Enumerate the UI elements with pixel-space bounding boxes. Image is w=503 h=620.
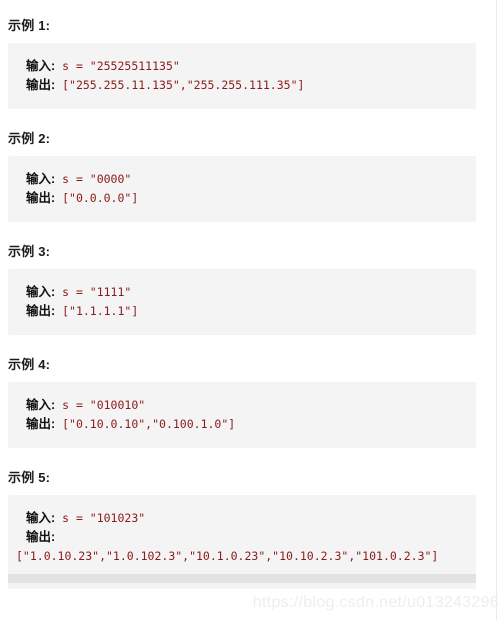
page-root: 示例 1: 输入: s = "25525511135" 输出: ["255.25… bbox=[0, 0, 503, 620]
output-value: ["1.1.1.1"] bbox=[55, 304, 139, 318]
output-label: 输出: bbox=[26, 78, 56, 92]
input-value: s = "0000" bbox=[55, 172, 132, 186]
example-heading: 示例 2: bbox=[8, 131, 51, 146]
example-heading: 示例 3: bbox=[8, 244, 51, 259]
examples-container: 示例 1: 输入: s = "25525511135" 输出: ["255.25… bbox=[0, 0, 485, 589]
example-code-card: 输入: s = "101023" 输出: ["1.0.10.23","1.0.1… bbox=[8, 495, 476, 589]
output-line: 输出: ["255.255.11.135","255.255.111.35"] bbox=[26, 76, 476, 95]
example-block: 示例 3: 输入: s = "1111" 输出: ["1.1.1.1"] bbox=[0, 244, 485, 335]
output-label: 输出: bbox=[26, 530, 56, 544]
example-code-card: 输入: s = "0000" 输出: ["0.0.0.0"] bbox=[8, 156, 476, 222]
input-line: 输入: s = "101023" bbox=[26, 509, 476, 528]
output-value: ["1.0.10.23","1.0.102.3","10.1.0.23","10… bbox=[16, 549, 439, 563]
input-line: 输入: s = "1111" bbox=[26, 283, 476, 302]
input-value: s = "010010" bbox=[55, 398, 146, 412]
output-label: 输出: bbox=[26, 417, 56, 431]
input-line: 输入: s = "0000" bbox=[26, 170, 476, 189]
input-value: s = "25525511135" bbox=[55, 59, 180, 73]
page-right-rule bbox=[496, 0, 497, 620]
output-value: ["0.10.0.10","0.100.1.0"] bbox=[55, 417, 236, 431]
output-value: ["255.255.11.135","255.255.111.35"] bbox=[55, 78, 305, 92]
example-block: 示例 5: 输入: s = "101023" 输出: ["1.0.10.23",… bbox=[0, 470, 485, 589]
watermark: https://blog.csdn.net/u013243296 bbox=[252, 594, 499, 611]
output-label: 输出: bbox=[26, 304, 56, 318]
output-line: 输出: ["1.1.1.1"] bbox=[26, 302, 476, 321]
example-heading: 示例 5: bbox=[8, 470, 51, 485]
input-value: s = "1111" bbox=[55, 285, 132, 299]
output-line: ["1.0.10.23","1.0.102.3","10.1.0.23","10… bbox=[16, 547, 476, 566]
output-label: 输出: bbox=[26, 191, 56, 205]
input-label: 输入: bbox=[26, 59, 56, 73]
output-label-line: 输出: bbox=[26, 528, 476, 547]
horizontal-scrollbar[interactable] bbox=[8, 574, 476, 583]
example-code-card: 输入: s = "25525511135" 输出: ["255.255.11.1… bbox=[8, 43, 476, 109]
example-block: 示例 1: 输入: s = "25525511135" 输出: ["255.25… bbox=[0, 0, 485, 109]
example-block: 示例 2: 输入: s = "0000" 输出: ["0.0.0.0"] bbox=[0, 131, 485, 222]
output-value: ["0.0.0.0"] bbox=[55, 191, 139, 205]
output-line: 输出: ["0.10.0.10","0.100.1.0"] bbox=[26, 415, 476, 434]
input-label: 输入: bbox=[26, 398, 56, 412]
input-label: 输入: bbox=[26, 285, 56, 299]
example-heading: 示例 1: bbox=[8, 18, 51, 33]
output-line: 输出: ["0.0.0.0"] bbox=[26, 189, 476, 208]
input-label: 输入: bbox=[26, 172, 56, 186]
example-block: 示例 4: 输入: s = "010010" 输出: ["0.10.0.10",… bbox=[0, 357, 485, 448]
example-heading: 示例 4: bbox=[8, 357, 51, 372]
input-line: 输入: s = "010010" bbox=[26, 396, 476, 415]
scrollbar-thumb[interactable] bbox=[8, 574, 476, 583]
input-value: s = "101023" bbox=[55, 511, 146, 525]
input-label: 输入: bbox=[26, 511, 56, 525]
example-code-card: 输入: s = "1111" 输出: ["1.1.1.1"] bbox=[8, 269, 476, 335]
example-code-card: 输入: s = "010010" 输出: ["0.10.0.10","0.100… bbox=[8, 382, 476, 448]
input-line: 输入: s = "25525511135" bbox=[26, 57, 476, 76]
